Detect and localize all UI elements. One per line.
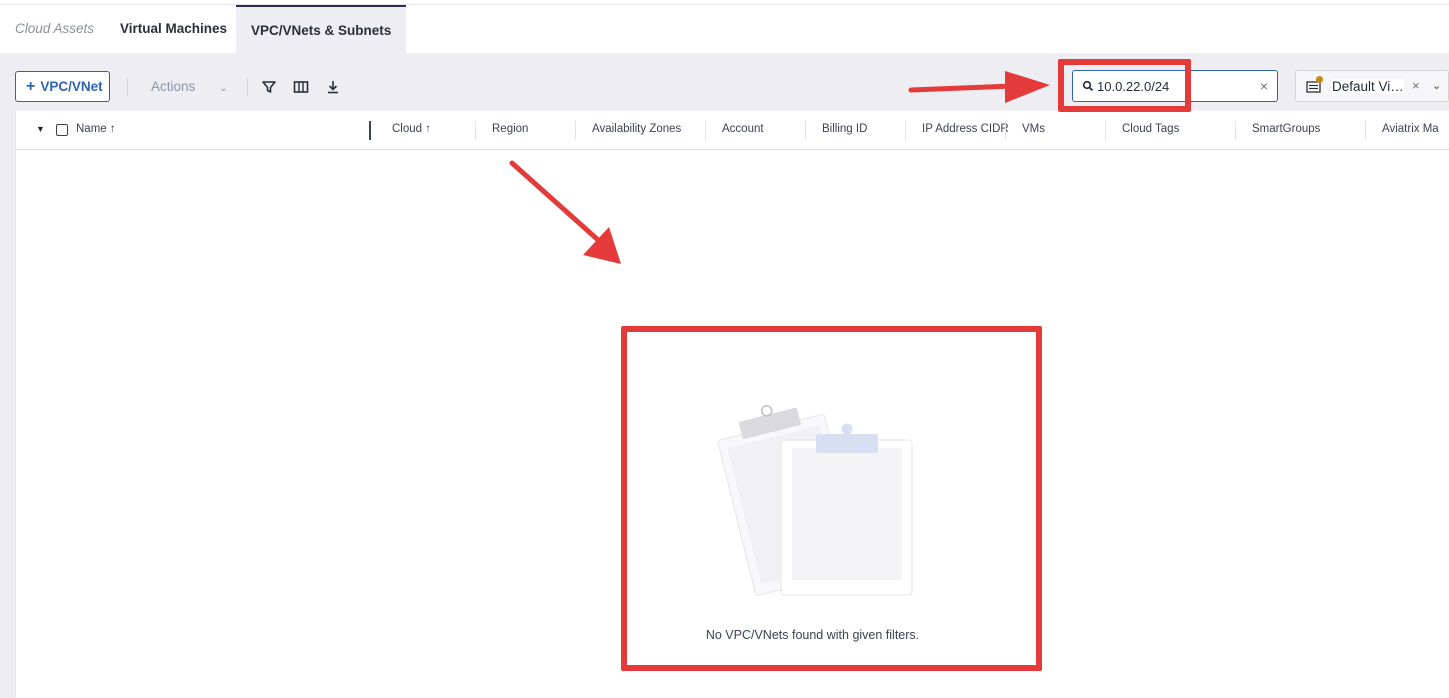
tab-virtual-machines[interactable]: Virtual Machines	[105, 5, 242, 53]
saved-view-label: Default Vi…	[1332, 79, 1404, 94]
tab-vpc-vnets-subnets[interactable]: VPC/VNets & Subnets	[236, 5, 407, 53]
column-header-account[interactable]: Account	[722, 123, 764, 135]
annotation-arrow-right	[908, 71, 1050, 103]
column-divider	[1105, 121, 1106, 140]
column-divider	[575, 121, 576, 140]
chevron-down-icon[interactable]: ⌄	[1432, 79, 1441, 92]
toolbar: + VPC/VNet Actions ⌄ 10.0.22.0/24 × Defaul…	[0, 53, 1449, 111]
add-vpc-vnet-button[interactable]: + VPC/VNet	[15, 71, 110, 102]
column-divider	[1365, 121, 1366, 140]
column-divider	[1005, 121, 1006, 140]
actions-dropdown[interactable]: Actions ⌄	[151, 79, 228, 94]
column-header-cloud[interactable]: Cloud ↑	[392, 123, 431, 135]
sort-ascending-icon: ↑	[425, 123, 432, 135]
columns-icon[interactable]	[292, 78, 310, 96]
column-divider	[805, 121, 806, 140]
column-header-availability-zones[interactable]: Availability Zones	[592, 123, 681, 135]
annotation-highlight-search	[1058, 59, 1191, 112]
filter-icon[interactable]	[260, 78, 278, 96]
column-header-name[interactable]: Name ↑	[76, 123, 116, 135]
tab-bar: Cloud Assets Virtual Machines VPC/VNets …	[0, 5, 1449, 53]
modified-indicator	[1316, 76, 1323, 83]
column-divider	[705, 121, 706, 140]
sort-ascending-icon: ↑	[109, 123, 116, 135]
clear-search-icon[interactable]: ×	[1260, 78, 1268, 94]
divider	[247, 78, 248, 96]
column-header-aviatrix-managed[interactable]: Aviatrix Ma	[1382, 123, 1439, 135]
select-all-checkbox[interactable]	[56, 124, 68, 136]
download-icon[interactable]	[324, 78, 342, 96]
actions-label: Actions	[151, 79, 196, 94]
column-header-ip-address-cidr[interactable]: IP Address CIDR	[922, 123, 1009, 135]
chevron-down-icon: ⌄	[219, 83, 228, 94]
column-header-smartgroups[interactable]: SmartGroups	[1252, 123, 1320, 135]
saved-view-select[interactable]: Default Vi… × ⌄	[1295, 70, 1449, 102]
plus-icon: +	[26, 78, 36, 95]
column-resize-handle[interactable]	[369, 121, 371, 140]
column-header-region[interactable]: Region	[492, 123, 528, 135]
column-header-vms[interactable]: VMs	[1022, 123, 1045, 135]
add-vpc-vnet-label: VPC/VNet	[40, 79, 103, 94]
column-divider	[905, 121, 906, 140]
clear-view-icon[interactable]: ×	[1412, 78, 1420, 93]
grid-header: ▼ Name ↑ Cloud ↑ Region Availability Zon…	[16, 111, 1449, 150]
breadcrumb-cloud-assets[interactable]: Cloud Assets	[0, 5, 109, 53]
column-divider	[1235, 121, 1236, 140]
divider	[127, 78, 128, 96]
annotation-highlight-empty-state	[621, 326, 1042, 671]
annotation-arrow-down	[509, 160, 621, 264]
column-divider	[475, 121, 476, 140]
column-header-cloud-tags[interactable]: Cloud Tags	[1122, 123, 1179, 135]
column-header-billing-id[interactable]: Billing ID	[822, 123, 867, 135]
expand-all-icon[interactable]: ▼	[36, 124, 45, 134]
